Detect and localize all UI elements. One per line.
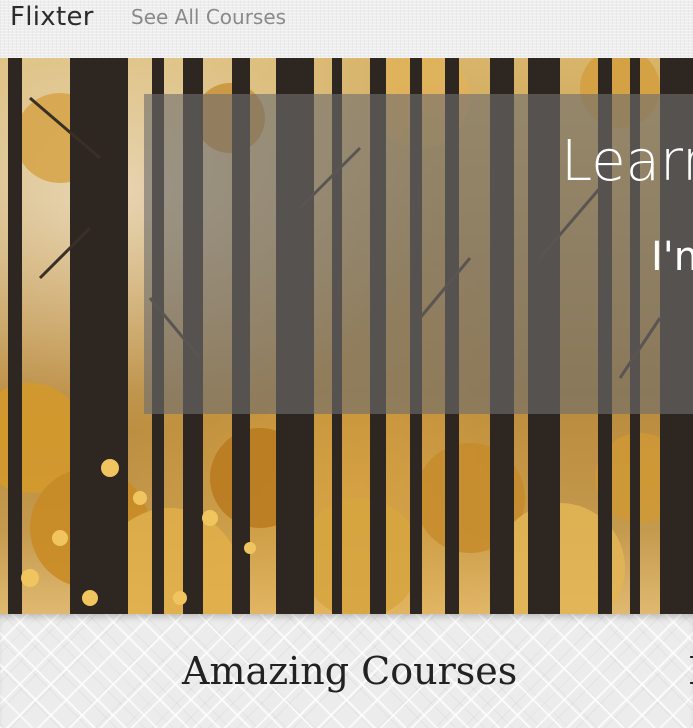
hero-title: Learn <box>561 129 693 194</box>
courses-section: Amazing Courses L <box>0 614 693 728</box>
navbar: Flixter See All Courses <box>0 0 693 58</box>
section-title-next: L <box>688 649 693 693</box>
see-all-courses-link[interactable]: See All Courses <box>131 5 286 29</box>
section-title: Amazing Courses <box>182 649 518 693</box>
hero-banner: Learn I'm <box>0 58 693 614</box>
brand-logo-link[interactable]: Flixter <box>10 2 94 32</box>
hero-subtitle: I'm <box>651 234 693 280</box>
